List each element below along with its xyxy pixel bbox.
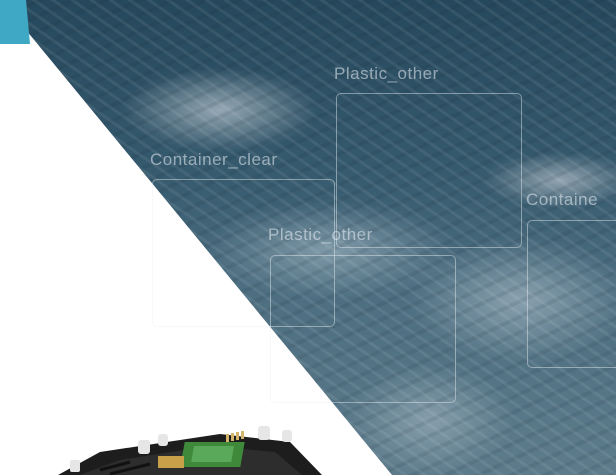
detection-label-container-clear: Container_clear bbox=[150, 150, 278, 169]
corner-accent bbox=[0, 0, 30, 44]
detection-label-plastic-other-2: Plastic_other bbox=[268, 225, 373, 244]
circuit-board-icon bbox=[58, 426, 322, 475]
detection-box-plastic-other-2 bbox=[270, 255, 456, 403]
detection-label-container-3: Containe bbox=[526, 190, 599, 209]
hero-graphic: Plastic_other Container_clear Plastic_ot… bbox=[0, 0, 616, 475]
detection-box-container-3 bbox=[527, 220, 616, 368]
detection-label-plastic-other-1: Plastic_other bbox=[334, 64, 439, 83]
